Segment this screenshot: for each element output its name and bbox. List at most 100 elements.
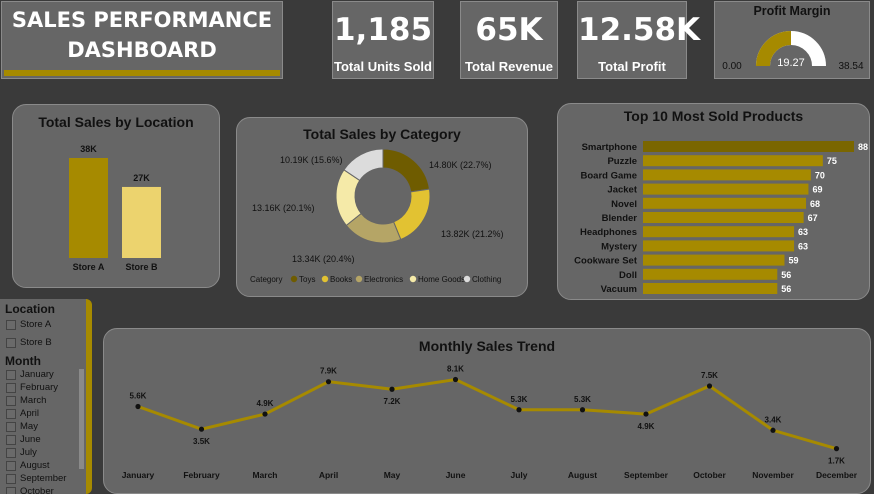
product-value: 56 (781, 270, 791, 280)
checkbox[interactable] (6, 395, 16, 406)
product-name: Puzzle (607, 156, 637, 167)
donut-slice (382, 148, 431, 193)
trend-point (262, 411, 268, 417)
legend-marker (290, 275, 298, 283)
title-underline (4, 70, 280, 76)
sales-by-category-card: Total Sales by Category 14.80K (22.7%) 13… (236, 117, 528, 297)
trend-data-label: 4.9K (638, 422, 655, 431)
trend-data-label: 7.9K (320, 367, 337, 376)
checkbox[interactable] (6, 319, 16, 330)
filter-month-item[interactable]: February (6, 382, 58, 393)
filter-scrollbar[interactable] (79, 369, 84, 469)
filter-panel: Location Store A Store B Month January Fe… (0, 299, 92, 494)
filter-month-item[interactable]: August (6, 460, 50, 471)
checkbox[interactable] (6, 447, 16, 458)
legend-item: Electronics (364, 275, 403, 284)
month-tick-label: June (446, 470, 466, 480)
filter-month-label: March (20, 395, 47, 406)
product-bar (643, 197, 807, 209)
filter-month-label: February (20, 382, 59, 393)
trend-data-label: 5.6K (130, 392, 147, 401)
month-filter-title: Month (5, 354, 41, 368)
trend-point (452, 376, 459, 383)
product-name: Smartphone (582, 142, 637, 153)
product-bar (643, 226, 795, 238)
checkbox[interactable] (6, 421, 16, 432)
filter-month-item[interactable]: March (6, 395, 46, 406)
location-filter-title: Location (5, 302, 55, 316)
filter-month-item[interactable]: January (6, 369, 54, 380)
bar-category-label: Store A (73, 262, 105, 272)
product-name: Mystery (601, 241, 638, 252)
month-tick-label: March (252, 470, 277, 480)
legend-marker (463, 275, 471, 283)
filter-month-label: September (20, 473, 67, 484)
filter-month-item[interactable]: June (6, 434, 41, 445)
legend-title: Category (250, 275, 282, 284)
kpi-revenue-label: Total Revenue (465, 59, 553, 74)
month-tick-label: April (319, 470, 338, 480)
product-value: 67 (808, 213, 818, 223)
product-name: Novel (611, 199, 637, 210)
legend-item: Toys (299, 275, 315, 284)
sales-by-location-card: Total Sales by Location 38K Store A 27K Sto… (12, 104, 220, 288)
product-bar (643, 155, 823, 167)
checkbox[interactable] (6, 337, 16, 348)
filter-store-a-label: Store A (20, 319, 52, 330)
profit-margin-card: Profit Margin 19.27 0.00 38.54 (714, 1, 870, 79)
filter-month-label: July (20, 447, 37, 458)
filter-month-item[interactable]: April (6, 408, 39, 419)
filter-store-b[interactable]: Store B (6, 337, 52, 348)
product-bar (643, 268, 778, 280)
legend-item: Home Goods (418, 275, 465, 284)
product-value: 75 (827, 156, 837, 166)
slice-label: 13.34K (20.4%) (292, 254, 355, 264)
location-bar (122, 186, 161, 258)
legend-marker (321, 275, 329, 283)
filter-month-item[interactable]: September (6, 473, 66, 484)
checkbox[interactable] (6, 408, 16, 419)
monthly-trend-card: Monthly Sales Trend 5.6K January 3.5K Febru… (103, 328, 871, 494)
product-bar (643, 141, 854, 152)
checkbox[interactable] (6, 486, 16, 494)
checkbox[interactable] (6, 382, 16, 393)
product-value: 70 (815, 170, 825, 180)
filter-month-item[interactable]: October (6, 486, 54, 494)
gauge-max: 38.54 (838, 61, 863, 72)
location-bar-chart: 38K Store A 27K Store B (69, 144, 161, 272)
filter-store-b-label: Store B (20, 337, 52, 348)
checkbox[interactable] (6, 460, 16, 471)
bar-data-label: 38K (80, 144, 97, 154)
month-tick-label: July (510, 470, 527, 480)
filter-month-item[interactable]: May (6, 421, 38, 432)
trend-line (137, 377, 837, 451)
checkbox[interactable] (6, 473, 16, 484)
trend-data-label: 1.7K (828, 457, 845, 466)
checkbox[interactable] (6, 434, 16, 445)
product-bar (643, 183, 809, 195)
legend-marker (409, 275, 417, 283)
filter-month-label: May (20, 421, 38, 432)
month-tick-label: January (122, 470, 155, 480)
checkbox[interactable] (6, 369, 16, 380)
category-donut-chart: 14.80K (22.7%) 13.82K (21.2%) 13.34K (20.4… (250, 148, 504, 284)
slice-label: 10.19K (15.6%) (280, 155, 343, 165)
filter-store-a[interactable]: Store A (6, 319, 51, 330)
kpi-card-revenue: 65K Total Revenue (460, 1, 558, 79)
filter-month-label: April (20, 408, 40, 419)
dashboard-title-line1: SALES PERFORMANCE (11, 8, 273, 32)
kpi-units-value: 1,185 (333, 12, 433, 48)
title-block: SALES PERFORMANCE DASHBOARD (1, 1, 283, 79)
trend-point (706, 383, 713, 389)
kpi-card-units: 1,185 Total Units Sold (332, 1, 434, 79)
product-bar (643, 283, 778, 294)
bar-data-label: 27K (133, 173, 150, 183)
product-name: Cookware Set (574, 256, 638, 267)
filter-month-label: October (20, 486, 54, 494)
filter-month-item[interactable]: July (6, 447, 37, 458)
product-name: Headphones (580, 227, 637, 238)
slice-label: 13.16K (20.1%) (252, 203, 315, 213)
dashboard-title-line2: DASHBOARD (67, 38, 217, 62)
month-tick-label: May (384, 470, 401, 480)
products-bar-chart: Smartphone 88 Puzzle 75 Board Game 70 Jacket 69… (574, 141, 868, 295)
